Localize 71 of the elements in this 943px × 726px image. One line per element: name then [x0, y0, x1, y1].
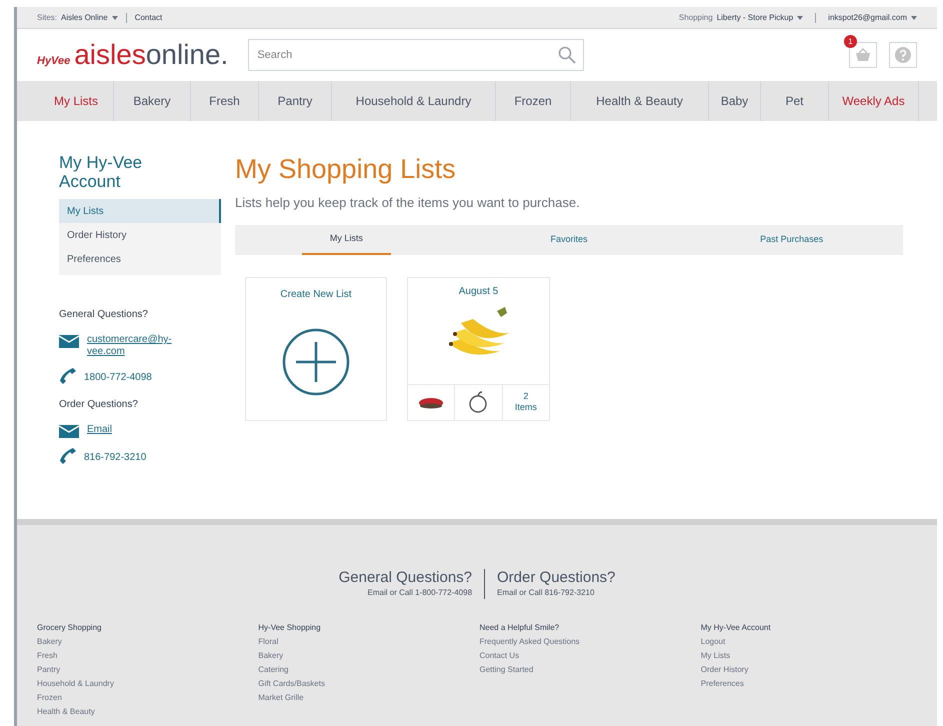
item-count: 2: [523, 391, 528, 402]
tab[interactable]: My Lists: [302, 224, 391, 254]
contact-link[interactable]: Contact: [134, 12, 162, 24]
sidebar-item[interactable]: Preferences: [59, 247, 221, 271]
account-menu[interactable]: inkspot26@gmail.com: [828, 12, 907, 24]
cart-button[interactable]: [849, 42, 877, 68]
list-card[interactable]: August 5 2 Items: [407, 276, 550, 420]
card-title: Create New List: [280, 288, 352, 302]
footer-link[interactable]: Logout: [700, 635, 922, 649]
logo-text: online.: [146, 40, 228, 69]
account-heading: My Hy-Vee Account: [59, 153, 144, 191]
footer-link[interactable]: Order History: [700, 663, 922, 677]
shopping-label: Shopping: [678, 12, 713, 24]
page-title: My Shopping Lists: [235, 153, 457, 185]
footer-link[interactable]: Fresh: [37, 649, 258, 663]
create-list-card[interactable]: Create New List: [245, 276, 387, 420]
sidebar-item[interactable]: Order History: [59, 223, 221, 247]
logo-text: aisles: [74, 40, 146, 69]
footer-link[interactable]: Health & Beauty: [37, 705, 258, 719]
page-subtitle: Lists help you keep track of the items you want to purchase.: [235, 194, 581, 212]
footer-link[interactable]: Market Grille: [258, 691, 480, 705]
footer-column-heading: Need a Helpful Smile?: [480, 622, 560, 634]
caret-icon: [112, 16, 118, 20]
envelope-icon: [59, 425, 79, 438]
footer-link[interactable]: Gift Cards/Baskets: [258, 677, 480, 691]
footer-link[interactable]: Contact Us: [480, 649, 701, 663]
footer-contact-heading: General Questions?: [338, 569, 472, 587]
site-selector[interactable]: Aisles Online: [61, 12, 108, 24]
footer-link[interactable]: Preferences: [700, 677, 922, 691]
footer-link[interactable]: Household & Laundry: [37, 677, 258, 691]
cart-count-badge: 1: [844, 35, 857, 48]
email-link[interactable]: Email: [87, 424, 187, 436]
store-selector[interactable]: Liberty - Store Pickup: [716, 12, 794, 24]
footer-link[interactable]: Pantry: [37, 663, 258, 677]
items-label: Items: [514, 402, 537, 413]
phone-number: 816-792-3210: [84, 451, 146, 465]
footer-link[interactable]: Floral: [258, 635, 480, 649]
tab[interactable]: Favorites: [522, 224, 616, 254]
footer-link[interactable]: My Lists: [700, 649, 922, 663]
sites-label: Sites:: [37, 12, 58, 24]
search-field[interactable]: Search: [248, 39, 584, 71]
brand-logo: HyVee: [37, 54, 70, 69]
footer-link[interactable]: Frozen: [37, 691, 258, 705]
contact-heading: General Questions?: [59, 308, 149, 322]
footer-link[interactable]: Bakery: [258, 649, 480, 663]
card-title: August 5: [458, 284, 500, 298]
contact-heading: Order Questions?: [59, 398, 139, 412]
phone-icon: [59, 367, 76, 384]
help-icon: [895, 47, 911, 63]
footer-column-heading: My Hy-Vee Account: [700, 622, 772, 634]
footer-contact-line: Email or Call 1-800-772-4098: [368, 587, 472, 599]
email-link[interactable]: customercare@hy-vee.com: [87, 334, 187, 358]
phone-number: 1800-772-4098: [84, 371, 152, 385]
footer-contact-line: Email or Call 816-792-3210: [497, 587, 594, 599]
footer-link[interactable]: Catering: [258, 663, 480, 677]
tab[interactable]: Past Purchases: [732, 224, 852, 254]
sidebar-item[interactable]: My Lists: [59, 199, 221, 223]
footer-link[interactable]: Frequently Asked Questions: [480, 635, 701, 649]
phone-icon: [59, 447, 76, 464]
footer-link[interactable]: Getting Started: [480, 663, 701, 677]
footer-link[interactable]: Bakery: [37, 635, 258, 649]
plus-circle-icon: [282, 328, 350, 396]
footer-contact-heading: Order Questions?: [497, 569, 616, 587]
footer-column-heading: Grocery Shopping: [37, 622, 102, 634]
basket-icon: [855, 48, 871, 62]
footer-column-heading: Hy-Vee Shopping: [258, 622, 322, 634]
search-icon: [558, 46, 576, 64]
caret-icon: [797, 16, 804, 20]
caret-icon: [911, 16, 917, 20]
apple-outline-icon: [467, 391, 490, 413]
envelope-icon: [59, 335, 79, 348]
